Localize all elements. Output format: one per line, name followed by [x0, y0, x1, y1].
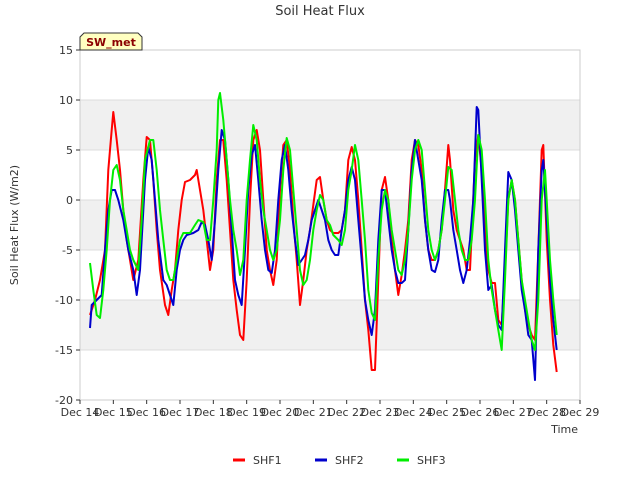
y-tick-label: 5	[66, 144, 73, 157]
y-tick-label: -15	[55, 344, 73, 357]
y-tick-label: -5	[62, 244, 73, 257]
legend-label-shf2: SHF2	[335, 454, 364, 467]
y-tick-label: -10	[55, 294, 73, 307]
chart-canvas: Soil Heat Flux -20-15-10-5051015 Dec 14D…	[0, 0, 640, 480]
site-badge-label: SW_met	[86, 36, 136, 49]
y-axis-label: Soil Heat Flux (W/m2)	[8, 165, 21, 285]
y-tick-label: 0	[66, 194, 73, 207]
x-axis-label: Time	[550, 423, 578, 436]
legend-label-shf3: SHF3	[417, 454, 446, 467]
plot-band	[80, 100, 580, 150]
chart-title: Soil Heat Flux	[275, 4, 365, 19]
plot-band	[80, 300, 580, 350]
legend-label-shf1: SHF1	[253, 454, 282, 467]
y-tick-label: 15	[59, 44, 73, 57]
x-tick-label: Dec 29	[561, 406, 600, 419]
y-tick-label: 10	[59, 94, 73, 107]
site-badge: SW_met	[79, 32, 143, 51]
